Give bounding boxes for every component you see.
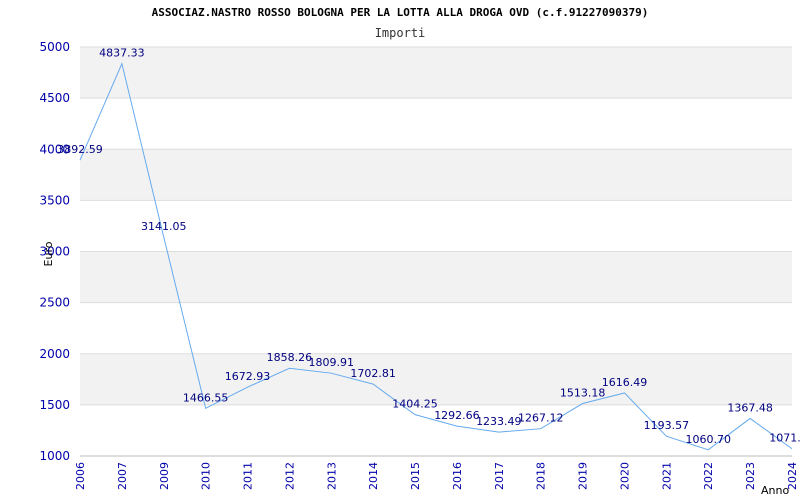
y-tick-label: 5000	[39, 40, 70, 54]
y-tick-label: 2500	[39, 296, 70, 310]
y-tick-label: 3500	[39, 193, 70, 207]
x-tick-label: 2019	[577, 462, 590, 490]
data-label: 1616.49	[602, 376, 648, 389]
data-label: 1267.12	[518, 412, 564, 425]
x-tick-label: 2011	[242, 462, 255, 490]
data-label: 1292.66	[434, 409, 480, 422]
x-tick-label: 2022	[702, 462, 715, 490]
data-label: 1071.20	[769, 432, 800, 445]
data-label: 1702.81	[350, 367, 396, 380]
x-tick-label: 2021	[660, 462, 673, 490]
data-label: 1193.57	[644, 419, 690, 432]
x-tick-label: 2016	[451, 462, 464, 490]
data-label: 1233.49	[476, 415, 522, 428]
x-tick-label: 2010	[200, 462, 213, 490]
y-tick-label: 2000	[39, 347, 70, 361]
x-tick-label: 2009	[158, 462, 171, 490]
data-label: 1367.48	[727, 401, 773, 414]
y-tick-label: 1000	[39, 449, 70, 463]
chart-subtitle: Importi	[375, 26, 426, 40]
grid-bands	[80, 47, 792, 405]
x-tick-label: 2014	[367, 462, 380, 490]
x-tick-label: 2023	[744, 462, 757, 490]
x-tick-label: 2020	[618, 462, 631, 490]
x-tick-label: 2006	[74, 462, 87, 490]
x-tick-label: 2017	[493, 462, 506, 490]
grid-band	[80, 149, 792, 201]
grid-band	[80, 251, 792, 303]
data-label: 1809.91	[309, 356, 355, 369]
data-label: 1060.70	[685, 433, 731, 446]
data-label: 1404.25	[392, 398, 438, 411]
y-axis-label: Euro	[42, 241, 55, 266]
x-tick-label: 2007	[116, 462, 129, 490]
x-tick-label: 2012	[283, 462, 296, 490]
x-tick-label: 2018	[535, 462, 548, 490]
y-tick-label: 4500	[39, 91, 70, 105]
data-label: 3141.05	[141, 220, 187, 233]
grid-band	[80, 47, 792, 99]
line-chart: ASSOCIAZ.NASTRO ROSSO BOLOGNA PER LA LOT…	[39, 6, 800, 497]
data-label: 1858.26	[267, 351, 313, 364]
x-axis-label: Anno	[761, 484, 789, 497]
x-tick-label: 2013	[325, 462, 338, 490]
x-axis-ticks: 2006 2007 2009 2010 2011 2012 2013 2014 2015 2016…	[74, 462, 799, 490]
chart-title: ASSOCIAZ.NASTRO ROSSO BOLOGNA PER LA LOT…	[152, 6, 649, 19]
data-label: 3892.59	[57, 143, 103, 156]
data-label: 4837.33	[99, 47, 145, 60]
y-tick-label: 1500	[39, 398, 70, 412]
data-label: 1672.93	[225, 370, 271, 383]
data-label: 1466.55	[183, 391, 229, 404]
x-tick-label: 2015	[409, 462, 422, 490]
data-label: 1513.18	[560, 387, 606, 400]
